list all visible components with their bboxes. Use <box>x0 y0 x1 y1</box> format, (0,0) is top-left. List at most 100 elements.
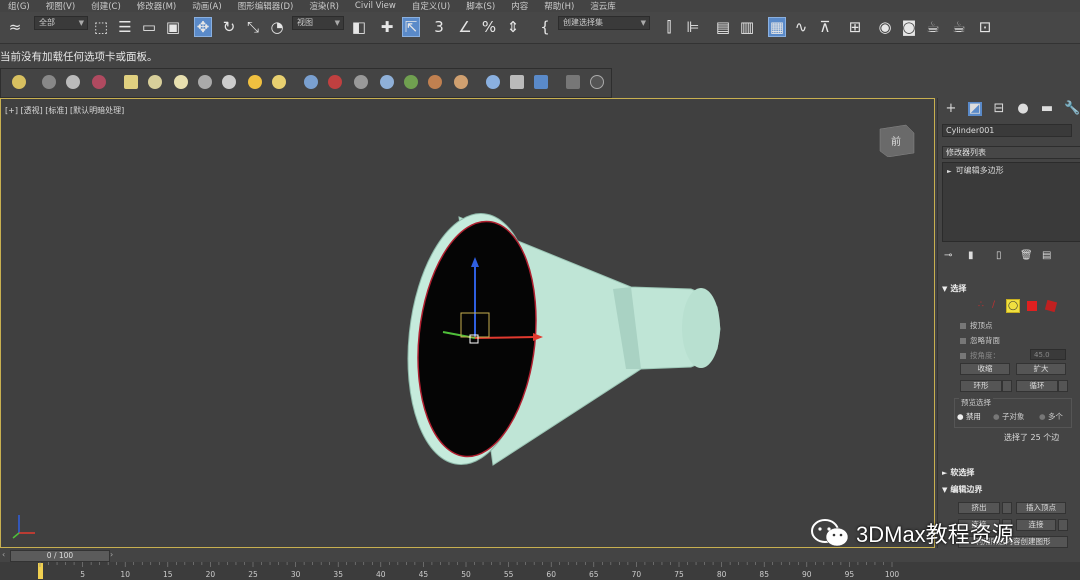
box-icon[interactable] <box>124 75 138 89</box>
connect-button[interactable]: 连接 <box>1016 519 1056 531</box>
foliage-icon[interactable] <box>404 75 418 89</box>
menu-rendering[interactable]: 渲染(R) <box>301 0 347 12</box>
curve-editor-icon[interactable]: ∿ <box>792 17 810 37</box>
element-subobject-icon[interactable] <box>1044 299 1058 313</box>
keyboard-shortcut-icon[interactable]: ⇱ <box>402 17 420 37</box>
time-prev-icon[interactable]: ‹ <box>2 550 10 562</box>
menu-graph-editors[interactable]: 图形编辑器(D) <box>230 0 302 12</box>
rotate-icon[interactable]: ↻ <box>220 17 238 37</box>
render-view-icon[interactable] <box>510 75 524 89</box>
pivot-center-icon[interactable]: ◧ <box>350 17 368 37</box>
extrude-settings-button[interactable] <box>1002 502 1012 514</box>
cloth-icon[interactable] <box>454 75 468 89</box>
preview-multi-radio[interactable]: ● 多个 <box>1039 411 1063 422</box>
helper-icon[interactable] <box>304 75 318 89</box>
modifier-list-dropdown[interactable]: 修改器列表 <box>942 146 1080 159</box>
percent-snap-icon[interactable]: % <box>480 17 498 37</box>
place-icon[interactable]: ◔ <box>268 17 286 37</box>
menu-scripting[interactable]: 脚本(S) <box>458 0 503 12</box>
angle-snap-icon[interactable]: ∠ <box>456 17 474 37</box>
material-editor-icon[interactable]: ◉ <box>876 17 894 37</box>
space-warp-icon[interactable] <box>380 75 394 89</box>
motion-tab-icon[interactable]: ● <box>1016 102 1030 116</box>
render-frame-icon[interactable]: ⊡ <box>976 17 994 37</box>
sun-icon[interactable] <box>248 75 262 89</box>
menu-group[interactable]: 组(G) <box>0 0 38 12</box>
hair-icon[interactable] <box>428 75 442 89</box>
selection-set-dropdown[interactable]: 创建选择集 ▼ <box>558 16 650 30</box>
ignore-backfacing-checkbox[interactable]: 忽略背面 <box>960 335 1000 346</box>
vertex-subobject-icon[interactable]: ∴ <box>978 300 990 312</box>
insert-vertex-button[interactable]: 插入顶点 <box>1016 502 1066 514</box>
connect-settings-button[interactable] <box>1058 519 1068 531</box>
move-icon[interactable]: ✥ <box>194 17 212 37</box>
by-angle-checkbox[interactable]: 按角度： <box>960 350 1000 361</box>
menu-customize[interactable]: 自定义(U) <box>404 0 458 12</box>
menu-animation[interactable]: 动画(A) <box>184 0 229 12</box>
torus-icon[interactable] <box>174 75 188 89</box>
selection-rollout-header[interactable]: ▼ 选择 <box>942 282 1080 295</box>
sphere-gizmo-icon[interactable] <box>66 75 80 89</box>
by-vertex-checkbox[interactable]: 按顶点 <box>960 320 993 331</box>
soft-selection-rollout-header[interactable]: ► 软选择 <box>942 466 1080 479</box>
hemisphere-icon[interactable] <box>148 75 162 89</box>
ref-coord-dropdown[interactable]: 视图 ▼ <box>292 16 344 30</box>
preview-subobject-radio[interactable]: ● 子对象 <box>993 411 1024 422</box>
hierarchy-tab-icon[interactable]: ⊟ <box>992 102 1006 116</box>
bone-icon[interactable] <box>328 75 342 89</box>
display-tab-icon[interactable]: ▬ <box>1040 102 1054 116</box>
make-unique-icon[interactable]: ▯ <box>996 250 1010 262</box>
modifier-stack-item[interactable]: ► 可编辑多边形 <box>947 165 1004 176</box>
selection-filter-dropdown[interactable]: 全部 ▼ <box>34 16 88 30</box>
particle-icon[interactable] <box>92 75 106 89</box>
edit-borders-rollout-header[interactable]: ▼ 编辑边界 <box>942 483 1080 496</box>
render-teapot-icon[interactable]: ☕ <box>924 17 942 37</box>
menu-render-cloud[interactable]: 渲云库 <box>582 0 624 12</box>
modify-tab-icon[interactable]: ◩ <box>968 102 982 116</box>
time-next-icon[interactable]: › <box>110 550 120 562</box>
utilities-tab-icon[interactable]: 🔧 <box>1064 102 1080 116</box>
cone-icon[interactable] <box>222 75 236 89</box>
window-crossing-icon[interactable]: ▣ <box>164 17 182 37</box>
remove-modifier-icon[interactable]: 🗑 <box>1020 250 1034 262</box>
time-slider[interactable]: 0 / 100 <box>10 550 110 562</box>
polygon-subobject-icon[interactable] <box>1027 301 1037 311</box>
loop-spinner[interactable] <box>1058 380 1068 392</box>
help-icon[interactable] <box>590 75 604 89</box>
timeline-track[interactable]: 5 10 15 20 25 30 35 40 45 50 55 60 65 70 75 80 85 90 95 100 <box>0 562 1080 580</box>
show-end-result-icon[interactable]: ▮ <box>968 250 982 262</box>
panel-icon[interactable] <box>566 75 580 89</box>
create-tab-icon[interactable]: + <box>944 102 958 116</box>
menu-modifiers[interactable]: 修改器(M) <box>129 0 184 12</box>
spinner-snap-icon[interactable]: ⇕ <box>504 17 522 37</box>
ring-spinner[interactable] <box>1002 380 1012 392</box>
menu-content[interactable]: 内容 <box>503 0 536 12</box>
select-manipulate-icon[interactable]: ✚ <box>378 17 396 37</box>
teapot-icon[interactable] <box>198 75 212 89</box>
grow-button[interactable]: 扩大 <box>1016 363 1066 375</box>
camera-icon[interactable] <box>42 75 56 89</box>
biped-icon[interactable] <box>354 75 368 89</box>
extrude-button[interactable]: 挤出 <box>958 502 1000 514</box>
scale-icon[interactable]: ⤡ <box>244 17 262 37</box>
loop-button[interactable]: 循环 <box>1016 380 1058 392</box>
batch-render-icon[interactable] <box>534 75 548 89</box>
light-icon[interactable] <box>12 75 26 89</box>
viewcube[interactable]: 前 <box>876 123 916 157</box>
schematic-view-icon[interactable]: ⊞ <box>846 17 864 37</box>
dope-sheet-icon[interactable]: ⊼ <box>816 17 834 37</box>
named-selection-icon[interactable]: { <box>536 17 554 37</box>
render-setup-icon[interactable]: ◙ <box>900 17 918 37</box>
edge-subobject-icon[interactable]: ∕ <box>992 300 1004 312</box>
object-name-field[interactable]: Cylinder001 <box>942 124 1072 137</box>
rect-selection-icon[interactable]: ▭ <box>140 17 158 37</box>
border-subobject-icon[interactable]: ◯ <box>1006 299 1020 313</box>
menu-view[interactable]: 视图(V) <box>38 0 83 12</box>
mirror-icon[interactable]: ⫿ <box>660 17 678 37</box>
ring-button[interactable]: 环形 <box>960 380 1002 392</box>
perspective-viewport[interactable]: [+] [透视] [标准] [默认明暗处理] 前 <box>0 98 935 548</box>
layer-explorer-icon[interactable]: ▥ <box>738 17 756 37</box>
select-by-name-icon[interactable]: ☰ <box>116 17 134 37</box>
omni-light-icon[interactable] <box>272 75 286 89</box>
link-icon[interactable]: ≈ <box>6 17 24 37</box>
